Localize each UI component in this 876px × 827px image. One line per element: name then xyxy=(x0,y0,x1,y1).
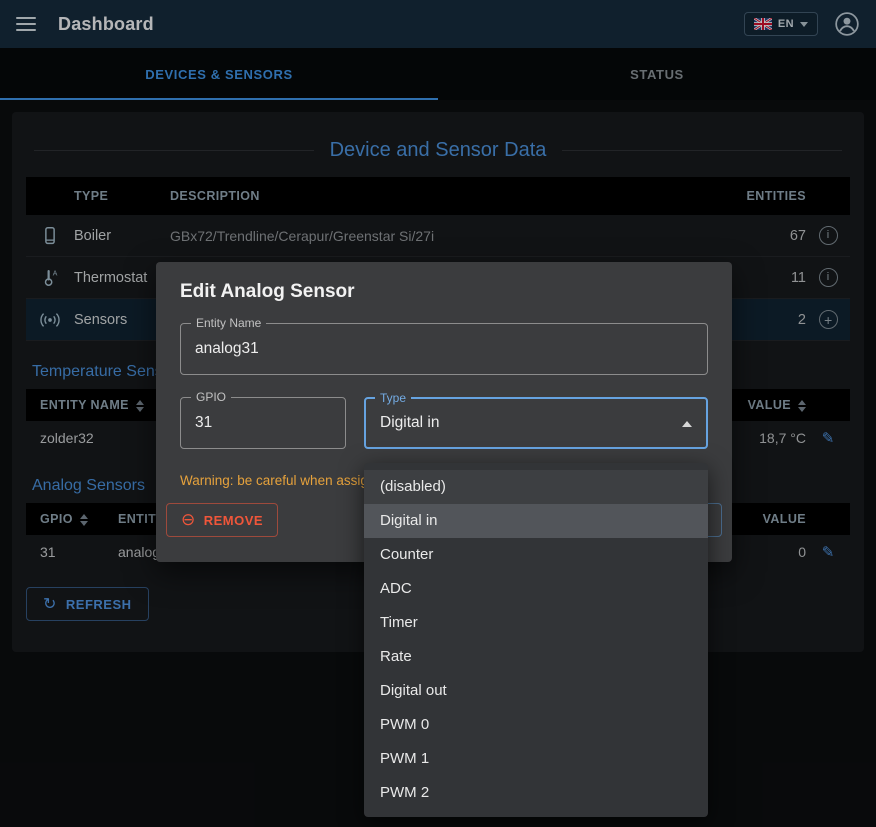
gpio-label: GPIO xyxy=(191,390,231,404)
type-dropdown-menu: (disabled) Digital in Counter ADC Timer … xyxy=(364,463,708,817)
dialog-title: Edit Analog Sensor xyxy=(156,262,732,311)
gpio-field: GPIO xyxy=(180,397,346,449)
menu-option-pwm1[interactable]: PWM 1 xyxy=(364,742,708,776)
gpio-input[interactable] xyxy=(181,398,345,448)
entity-name-field: Entity Name xyxy=(180,323,708,375)
remove-button[interactable]: REMOVE xyxy=(166,503,278,537)
menu-option-rate[interactable]: Rate xyxy=(364,640,708,674)
menu-option-disabled[interactable]: (disabled) xyxy=(364,470,708,504)
entity-name-label: Entity Name xyxy=(191,316,266,330)
type-select-value[interactable]: Digital in xyxy=(366,399,706,447)
menu-option-timer[interactable]: Timer xyxy=(364,606,708,640)
chevron-up-icon xyxy=(682,421,692,427)
entity-name-input[interactable] xyxy=(181,324,707,374)
type-select[interactable]: Type Digital in xyxy=(364,397,708,449)
menu-option-adc[interactable]: ADC xyxy=(364,572,708,606)
remove-icon xyxy=(181,510,196,530)
menu-option-pwm2[interactable]: PWM 2 xyxy=(364,776,708,810)
menu-option-digital-out[interactable]: Digital out xyxy=(364,674,708,708)
menu-option-digital-in[interactable]: Digital in xyxy=(364,504,708,538)
type-label: Type xyxy=(375,391,411,405)
menu-option-pwm0[interactable]: PWM 0 xyxy=(364,708,708,742)
remove-button-label: REMOVE xyxy=(204,513,263,528)
menu-option-counter[interactable]: Counter xyxy=(364,538,708,572)
